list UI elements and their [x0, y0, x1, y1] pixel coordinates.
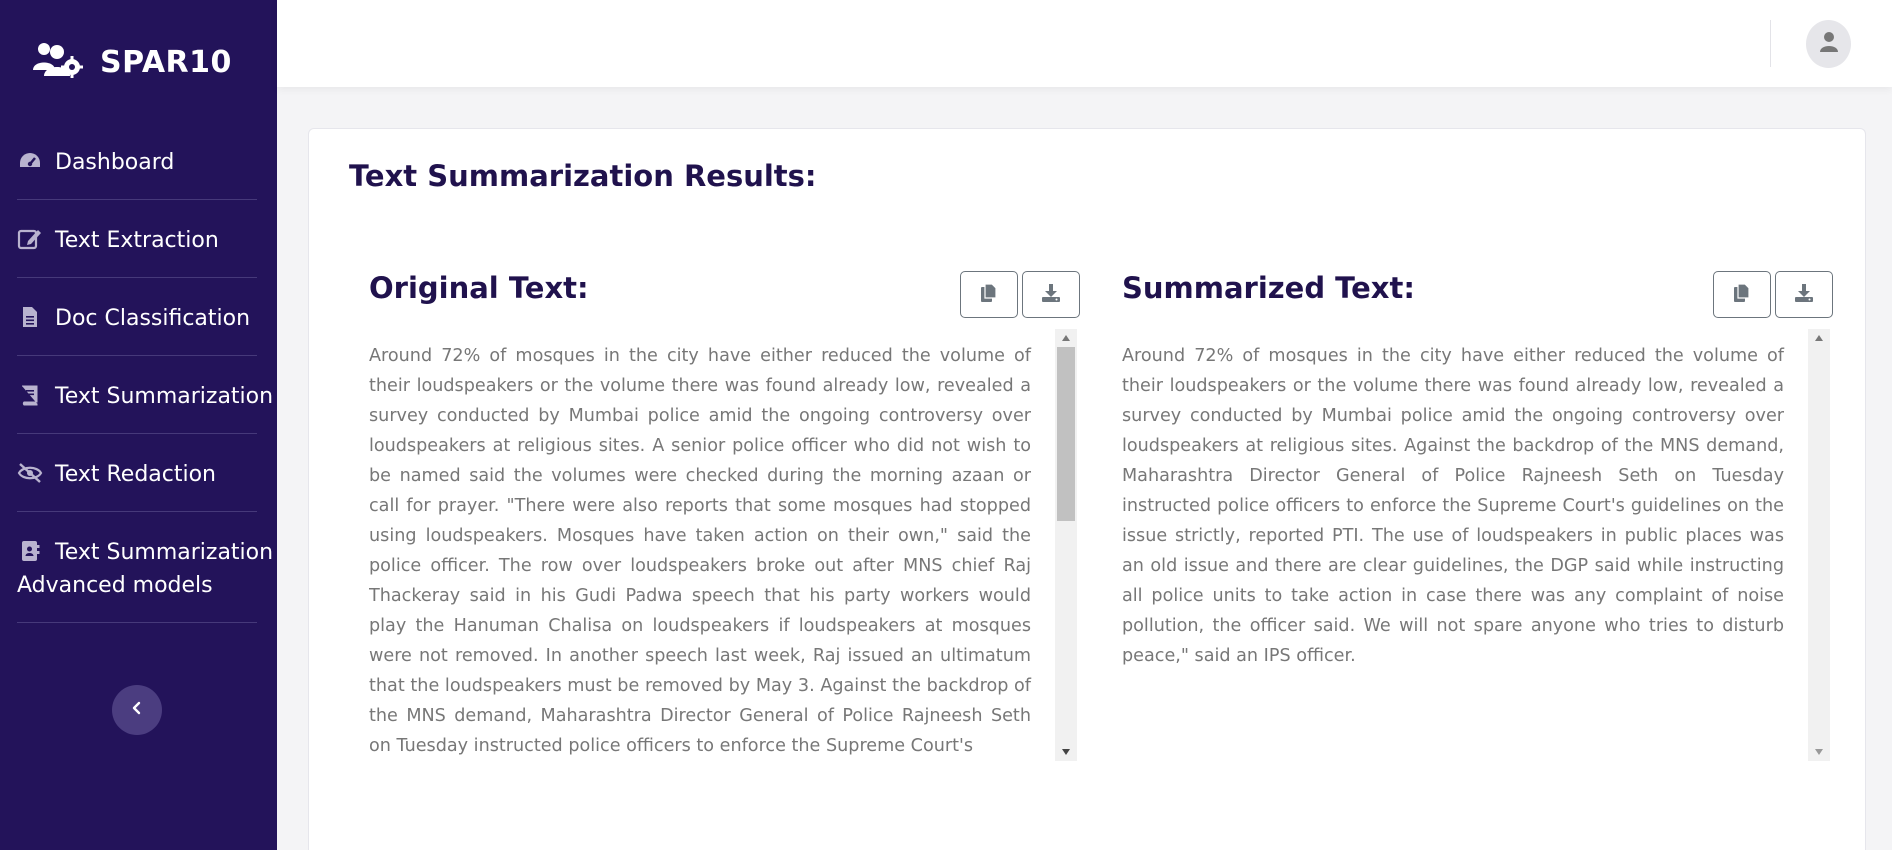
- sidebar-item-text-extraction[interactable]: Text Extraction: [17, 200, 257, 278]
- sidebar: SPAR10 Dashboard Text Extraction Doc Cla…: [0, 0, 277, 850]
- original-text-title: Original Text:: [369, 271, 589, 305]
- download-original-button[interactable]: [1022, 271, 1080, 318]
- chevron-left-icon: [130, 700, 144, 720]
- copy-icon: [980, 282, 998, 307]
- download-icon: [1041, 283, 1061, 307]
- copy-icon: [1733, 282, 1751, 307]
- sidebar-collapse-button[interactable]: [112, 685, 162, 735]
- scrollbar-thumb[interactable]: [1057, 347, 1075, 521]
- sidebar-item-dashboard[interactable]: Dashboard: [17, 122, 257, 200]
- eye-slash-icon: [17, 461, 43, 485]
- edit-icon: [17, 227, 43, 251]
- original-text-panel: Original Text: Around 72% of mosques in …: [369, 271, 1080, 771]
- page-title: Text Summarization Results:: [349, 159, 817, 193]
- scroll-down-arrow[interactable]: [1815, 749, 1823, 755]
- sidebar-item-label: Text Summarization: [55, 384, 274, 409]
- sidebar-item-label: Text Extraction: [55, 228, 219, 253]
- original-text-scrollbar[interactable]: [1055, 329, 1077, 761]
- sidebar-item-text-summarization[interactable]: Text Summarization: [17, 356, 273, 434]
- sidebar-item-label-line2: Advanced models: [17, 573, 213, 598]
- topbar: [277, 0, 1892, 87]
- summarized-text-scrollbar[interactable]: [1808, 329, 1830, 761]
- sidebar-item-doc-classification[interactable]: Doc Classification: [17, 278, 257, 356]
- sidebar-item-text-summarization-advanced[interactable]: Text Summarization Advanced models: [17, 512, 273, 623]
- sidebar-item-label: Dashboard: [55, 150, 175, 175]
- topbar-divider: [1770, 20, 1771, 67]
- summarized-text-body: Around 72% of mosques in the city have e…: [1122, 346, 1784, 666]
- summarized-text-panel: Summarized Text: Around 72% of mosques i…: [1122, 271, 1833, 771]
- brand-name: SPAR10: [100, 44, 232, 80]
- copy-summary-button[interactable]: [1713, 271, 1771, 318]
- book-icon: [17, 383, 43, 407]
- address-book-icon: [17, 539, 43, 563]
- user-avatar-button[interactable]: [1806, 20, 1851, 68]
- download-icon: [1794, 283, 1814, 307]
- sidebar-item-label: Doc Classification: [55, 306, 251, 331]
- brand[interactable]: SPAR10: [30, 40, 232, 84]
- sidebar-item-label: Text Redaction: [55, 462, 217, 487]
- original-text-scroll-area[interactable]: Around 72% of mosques in the city have e…: [369, 329, 1077, 761]
- sidebar-item-label: Text Summarization: [55, 540, 274, 565]
- summarized-text-title: Summarized Text:: [1122, 271, 1415, 305]
- download-summary-button[interactable]: [1775, 271, 1833, 318]
- scroll-down-arrow[interactable]: [1062, 749, 1070, 755]
- user-icon: [1819, 31, 1839, 57]
- sidebar-item-text-redaction[interactable]: Text Redaction: [17, 434, 257, 512]
- file-icon: [17, 305, 43, 329]
- users-gear-icon: [30, 40, 84, 84]
- gauge-icon: [17, 149, 43, 173]
- results-card: Text Summarization Results: Original Tex…: [308, 128, 1866, 850]
- copy-original-button[interactable]: [960, 271, 1018, 318]
- summarized-text-scroll-area[interactable]: Around 72% of mosques in the city have e…: [1122, 329, 1830, 761]
- original-text-body: Around 72% of mosques in the city have e…: [369, 346, 1031, 756]
- scroll-up-arrow[interactable]: [1815, 335, 1823, 341]
- scroll-up-arrow[interactable]: [1062, 335, 1070, 341]
- sidebar-nav: Dashboard Text Extraction Doc Classifica…: [17, 122, 273, 623]
